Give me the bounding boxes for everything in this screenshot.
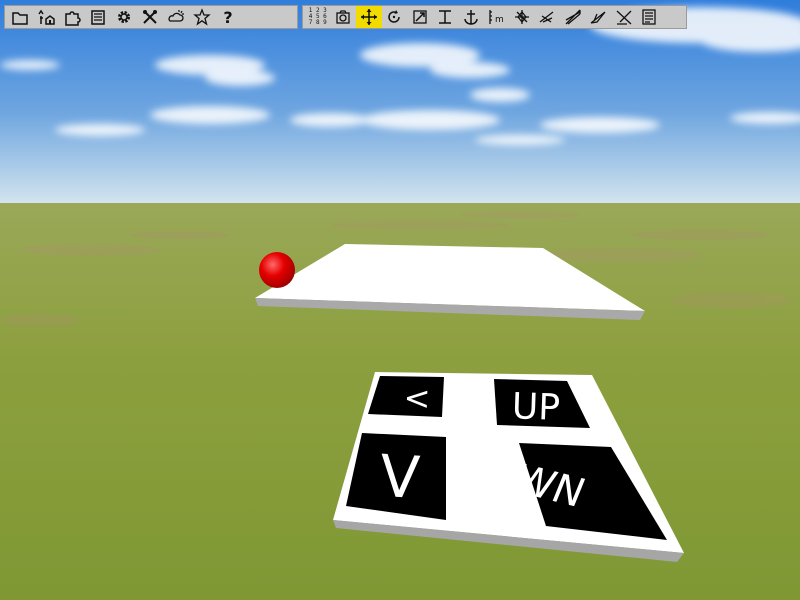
move-button[interactable] <box>356 6 382 28</box>
help-icon: ? <box>223 7 233 27</box>
measure-button[interactable]: m <box>484 6 510 28</box>
right-up-label: UP <box>511 386 560 429</box>
edit-toolbar: 1 2 3 4 5 6 7 8 9 m <box>302 5 687 29</box>
transform-b-icon <box>539 11 554 23</box>
weather-button[interactable] <box>163 6 189 28</box>
numbers-button[interactable]: 1 2 3 4 5 6 7 8 9 <box>305 6 331 28</box>
transform-a-icon <box>514 10 529 24</box>
tree-house-icon <box>38 9 55 25</box>
move-icon <box>360 9 377 25</box>
transform-e-icon <box>616 10 632 25</box>
transform-d-button[interactable] <box>586 6 612 28</box>
transform-d-icon <box>590 11 606 24</box>
tools-icon <box>143 10 157 24</box>
rotate-button[interactable] <box>382 6 408 28</box>
number-grid-icon: 1 2 3 4 5 6 7 8 9 <box>308 7 327 26</box>
document-icon <box>642 9 656 25</box>
blocks-button[interactable] <box>59 6 85 28</box>
transform-c-icon <box>565 9 581 25</box>
scale-icon <box>413 10 427 24</box>
anchor-button[interactable] <box>458 6 484 28</box>
left-down-label: V <box>378 442 422 512</box>
list-button[interactable] <box>85 6 111 28</box>
star-icon <box>193 8 211 26</box>
folder-icon <box>12 12 28 25</box>
scale-button[interactable] <box>407 6 433 28</box>
left-up-button[interactable]: < <box>368 376 444 417</box>
document-button[interactable] <box>637 6 663 28</box>
transform-a-button[interactable] <box>509 6 535 28</box>
red-ball[interactable] <box>259 252 295 288</box>
svg-text:m: m <box>495 15 504 25</box>
anchor-icon <box>464 10 478 25</box>
favorite-button[interactable] <box>189 6 215 28</box>
transform-b-button[interactable] <box>535 6 561 28</box>
transform-c-button[interactable] <box>560 6 586 28</box>
left-up-label: < <box>403 379 431 418</box>
weather-icon <box>168 10 184 22</box>
tools-button[interactable] <box>137 6 163 28</box>
left-down-button[interactable]: V <box>346 433 446 520</box>
puzzle-icon <box>65 11 81 26</box>
camera-button[interactable] <box>331 6 357 28</box>
list-icon <box>91 10 105 25</box>
resize-vertical-icon <box>439 10 452 24</box>
open-button[interactable] <box>7 6 33 28</box>
camera-icon <box>336 10 350 24</box>
settings-button[interactable] <box>111 6 137 28</box>
measure-icon: m <box>489 10 504 25</box>
game-viewport[interactable]: < V UP DOWN <box>0 0 800 600</box>
help-button[interactable]: ? <box>215 6 241 28</box>
height-button[interactable] <box>433 6 459 28</box>
rotate-icon <box>388 10 400 23</box>
environment-button[interactable] <box>33 6 59 28</box>
transform-e-button[interactable] <box>611 6 637 28</box>
gear-icon <box>118 11 130 23</box>
main-toolbar: ? <box>4 5 298 29</box>
